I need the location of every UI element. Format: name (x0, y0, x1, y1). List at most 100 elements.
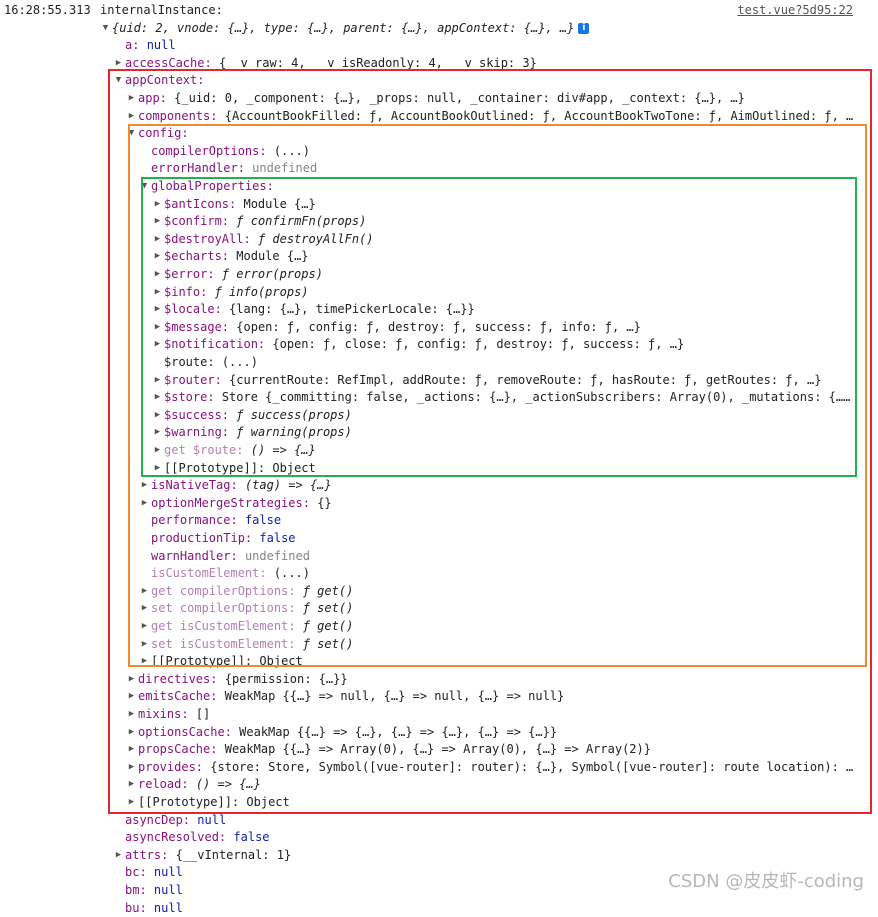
expand-triangle-right-icon[interactable]: ▶ (153, 301, 162, 319)
tree-row[interactable]: ▶ reload: () => {…} (0, 776, 874, 794)
property-value: {__vInternal: 1} (175, 847, 292, 862)
tree-row[interactable]: ▶ emitsCache: WeakMap {{…} => null, {…} =… (0, 688, 874, 706)
tree-row: warnHandler: undefined (0, 548, 874, 566)
expand-triangle-down-icon[interactable]: ▼ (114, 72, 123, 90)
property-value: (...) (273, 143, 310, 158)
expand-triangle-right-icon[interactable]: ▶ (127, 90, 136, 108)
expand-triangle-right-icon[interactable]: ▶ (127, 706, 136, 724)
property-value: [] (195, 707, 211, 721)
expand-triangle-right-icon[interactable]: ▶ (153, 407, 162, 425)
expand-triangle-right-icon[interactable]: ▶ (140, 495, 149, 513)
property-value: {open: ƒ, config: ƒ, destroy: ƒ, success… (236, 319, 641, 334)
tree-row[interactable]: ▶ get $route: () => {…} (0, 442, 874, 460)
expand-triangle-right-icon[interactable]: ▶ (153, 460, 162, 478)
tree-row[interactable]: ▶ optionMergeStrategies: {} (0, 495, 874, 513)
tree-row[interactable]: ▶ propsCache: WeakMap {{…} => Array(0), {… (0, 741, 874, 759)
expand-triangle-right-icon[interactable]: ▶ (153, 372, 162, 390)
tree-row[interactable]: ▶ get compilerOptions: ƒ get() (0, 583, 874, 601)
property-key: $info: (164, 284, 208, 299)
tree-row[interactable]: ▶ $destroyAll: ƒ destroyAllFn() (0, 231, 874, 249)
tree-row[interactable]: ▶ $error: ƒ error(props) (0, 266, 874, 284)
property-key: productionTip: (151, 531, 253, 545)
tree-row[interactable]: ▶ components: {AccountBookFilled: ƒ, Acco… (0, 108, 874, 126)
expand-triangle-right-icon[interactable]: ▶ (140, 600, 149, 618)
expand-triangle-right-icon[interactable]: ▶ (153, 231, 162, 249)
tree-row[interactable]: ▶ [[Prototype]]: Object (0, 653, 874, 671)
tree-row[interactable]: ▶ set compilerOptions: ƒ set() (0, 600, 874, 618)
tree-row[interactable]: ▶ app: {_uid: 0, _component: {…}, _props:… (0, 90, 874, 108)
tree-row[interactable]: ▼ appContext: (0, 72, 874, 90)
property-key: $antIcons: (164, 196, 237, 211)
expand-triangle-right-icon[interactable]: ▶ (153, 319, 162, 337)
property-value: () => {…} (195, 777, 261, 792)
tree-row[interactable]: ▶ $locale: {lang: {…}, timePickerLocale: … (0, 301, 874, 319)
expand-triangle-right-icon[interactable]: ▶ (140, 653, 149, 671)
tree-row[interactable]: ▶ $echarts: Module {…} (0, 248, 874, 266)
property-key: [[Prototype]]: (138, 795, 240, 809)
expand-triangle-right-icon[interactable]: ▶ (114, 847, 123, 865)
property-value: WeakMap {{…} => {…}, {…} => {…}, {…} => … (239, 724, 558, 739)
expand-triangle-right-icon[interactable]: ▶ (127, 724, 136, 742)
expand-triangle-down-icon[interactable]: ▼ (101, 20, 110, 38)
tree-row[interactable]: ▼ config: (0, 125, 874, 143)
expand-triangle-right-icon[interactable]: ▶ (127, 741, 136, 759)
expand-triangle-right-icon[interactable]: ▶ (127, 688, 136, 706)
expand-triangle-down-icon[interactable]: ▼ (140, 178, 149, 196)
tree-row[interactable]: ▶ provides: {store: Store, Symbol([vue-ro… (0, 759, 874, 777)
expand-triangle-right-icon[interactable]: ▶ (153, 424, 162, 442)
tree-row: $route: (...) (0, 354, 874, 372)
property-key: set isCustomElement: (151, 636, 296, 651)
property-value: Module {…} (243, 196, 316, 211)
tree-row[interactable]: ▶ set isCustomElement: ƒ set() (0, 636, 874, 654)
expand-triangle-right-icon[interactable]: ▶ (153, 389, 162, 407)
expand-triangle-right-icon[interactable]: ▶ (127, 794, 136, 812)
tree-row[interactable]: ▶ $confirm: ƒ confirmFn(props) (0, 213, 874, 231)
tree-row[interactable]: ▶ attrs: {__vInternal: 1} (0, 847, 874, 865)
expand-triangle-right-icon[interactable]: ▶ (140, 477, 149, 495)
property-key: $notification: (164, 337, 266, 352)
tree-row[interactable]: ▶ [[Prototype]]: Object (0, 460, 874, 478)
tree-row[interactable]: ▶ directives: {permission: {…}} (0, 671, 874, 689)
property-key: isNativeTag: (151, 478, 238, 493)
property-key: globalProperties: (151, 179, 274, 193)
tree-row[interactable]: ▶ $success: ƒ success(props) (0, 407, 874, 425)
tree-row[interactable]: ▶ $info: ƒ info(props) (0, 284, 874, 302)
tree-row[interactable]: ▶ $notification: {open: ƒ, close: ƒ, conf… (0, 336, 874, 354)
property-value: ƒ destroyAllFn() (257, 231, 374, 246)
expand-triangle-right-icon[interactable]: ▶ (140, 636, 149, 654)
tree-row[interactable]: ▶ optionsCache: WeakMap {{…} => {…}, {…} … (0, 724, 874, 742)
expand-triangle-right-icon[interactable]: ▶ (153, 196, 162, 214)
tree-row[interactable]: ▶ $antIcons: Module {…} (0, 196, 874, 214)
tree-row: errorHandler: undefined (0, 160, 874, 178)
expand-triangle-right-icon[interactable]: ▶ (153, 248, 162, 266)
property-value: false (259, 531, 296, 545)
tree-row[interactable]: ▼ globalProperties: (0, 178, 874, 196)
info-icon[interactable]: i (578, 22, 590, 34)
expand-triangle-right-icon[interactable]: ▶ (127, 671, 136, 689)
expand-triangle-down-icon[interactable]: ▼ (127, 125, 136, 143)
tree-row[interactable]: ▶ $warning: ƒ warning(props) (0, 424, 874, 442)
expand-triangle-right-icon[interactable]: ▶ (127, 759, 136, 777)
expand-triangle-right-icon[interactable]: ▶ (153, 336, 162, 354)
tree-row[interactable]: ▼ {uid: 2, vnode: {…}, type: {…}, parent:… (0, 20, 874, 38)
expand-triangle-right-icon[interactable]: ▶ (153, 266, 162, 284)
expand-triangle-right-icon[interactable]: ▶ (153, 284, 162, 302)
tree-row[interactable]: ▶ $message: {open: ƒ, config: ƒ, destroy:… (0, 319, 874, 337)
expand-triangle-right-icon[interactable]: ▶ (140, 583, 149, 601)
expand-triangle-right-icon[interactable]: ▶ (114, 55, 123, 73)
tree-row[interactable]: ▶ isNativeTag: (tag) => {…} (0, 477, 874, 495)
tree-row[interactable]: ▶ mixins: [] (0, 706, 874, 724)
tree-row[interactable]: ▶ get isCustomElement: ƒ get() (0, 618, 874, 636)
expand-triangle-right-icon[interactable]: ▶ (127, 108, 136, 126)
property-key: set compilerOptions: (151, 601, 296, 616)
expand-triangle-right-icon[interactable]: ▶ (127, 776, 136, 794)
tree-row[interactable]: ▶ accessCache: {__v_raw: 4, __v_isReadonl… (0, 55, 874, 73)
expand-triangle-right-icon[interactable]: ▶ (153, 213, 162, 231)
property-key: $error: (164, 267, 215, 281)
tree-row[interactable]: ▶ $router: {currentRoute: RefImpl, addRou… (0, 372, 874, 390)
expand-triangle-right-icon[interactable]: ▶ (140, 618, 149, 636)
tree-row[interactable]: ▶ $store: Store {_committing: false, _act… (0, 389, 874, 407)
tree-row[interactable]: ▶ [[Prototype]]: Object (0, 794, 874, 812)
expand-triangle-right-icon[interactable]: ▶ (153, 442, 162, 460)
property-value: {lang: {…}, timePickerLocale: {…}} (229, 302, 475, 317)
